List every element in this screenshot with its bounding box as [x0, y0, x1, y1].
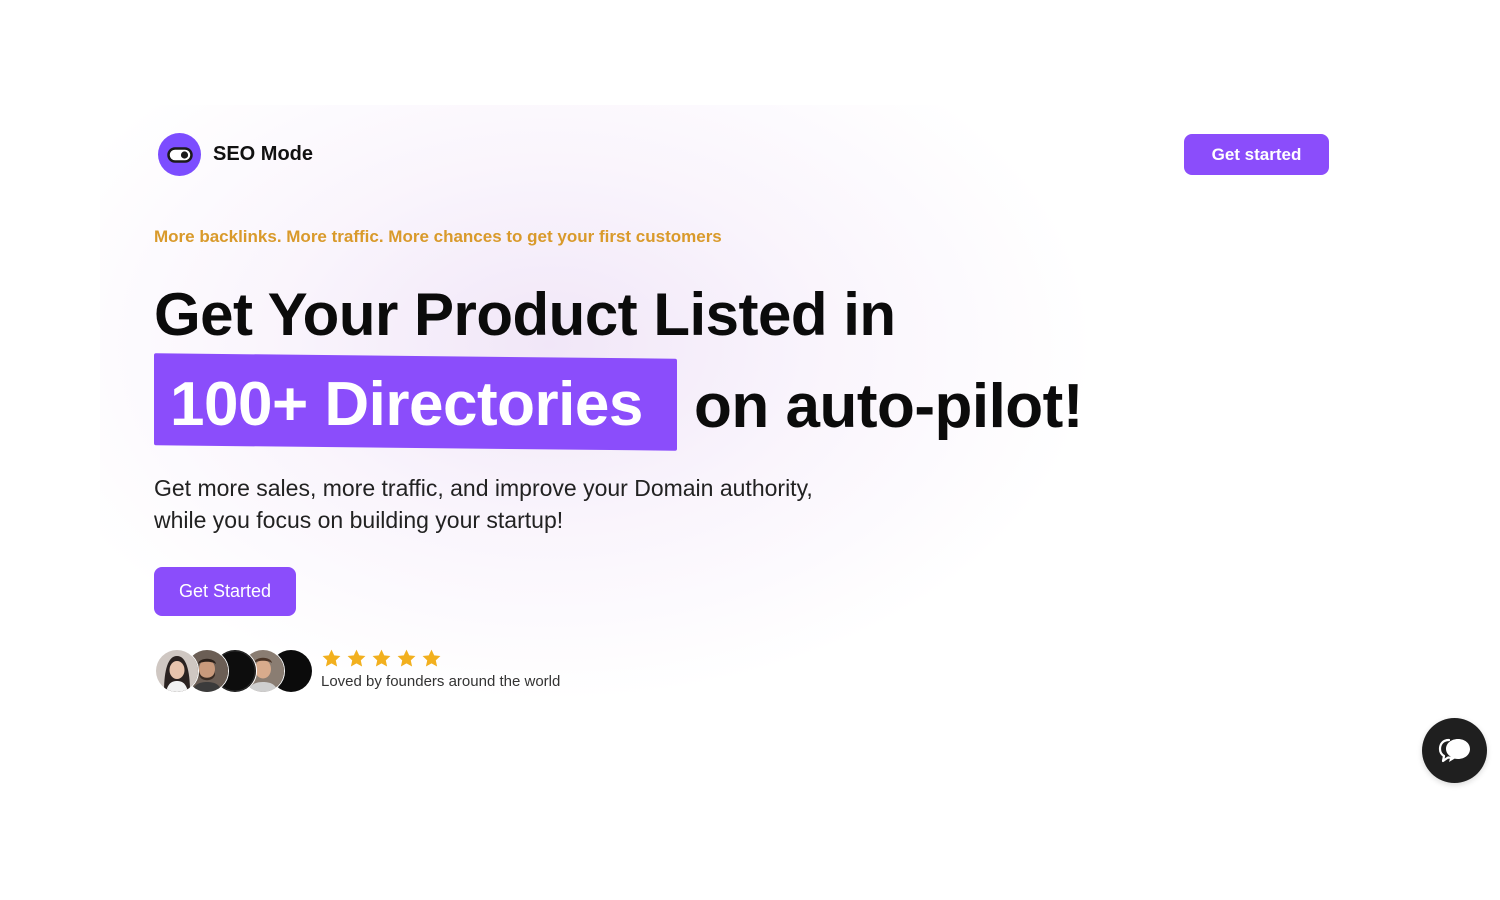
- hero-subtext: Get more sales, more traffic, and improv…: [154, 472, 894, 536]
- brand[interactable]: SEO Mode: [158, 133, 313, 176]
- star-icon: [372, 649, 391, 667]
- hero-headline-line2: on auto-pilot!: [694, 372, 1083, 441]
- avatar-group: [155, 649, 315, 693]
- brand-name: SEO Mode: [213, 143, 314, 165]
- rating: Loved by founders around the world: [321, 648, 560, 690]
- star-icon: [322, 649, 341, 667]
- star-icon: [397, 649, 416, 667]
- rating-caption: Loved by founders around the world: [321, 673, 561, 690]
- get-started-hero-button[interactable]: Get Started: [154, 567, 296, 616]
- avatar-woman: [155, 649, 199, 693]
- star-icon: [422, 649, 441, 667]
- chat-bubbles-icon: [1438, 738, 1470, 762]
- chat-launcher-button[interactable]: [1422, 718, 1487, 783]
- hero-tagline: More backlinks. More traffic. More chanc…: [154, 227, 722, 246]
- toggle-icon: [158, 133, 201, 176]
- hero-headline-highlight: 100+ Directories: [170, 370, 643, 439]
- landing-page: SEO Mode Get started More backlinks. Mor…: [0, 0, 1500, 900]
- hero-headline-line1: Get Your Product Listed in: [154, 281, 896, 348]
- star-rating: [321, 648, 560, 670]
- hero-subtext-line1: Get more sales, more traffic, and improv…: [154, 475, 813, 501]
- star-icon: [347, 649, 366, 667]
- get-started-nav-button[interactable]: Get started: [1184, 134, 1329, 175]
- hero-subtext-line2: while you focus on building your startup…: [154, 507, 564, 533]
